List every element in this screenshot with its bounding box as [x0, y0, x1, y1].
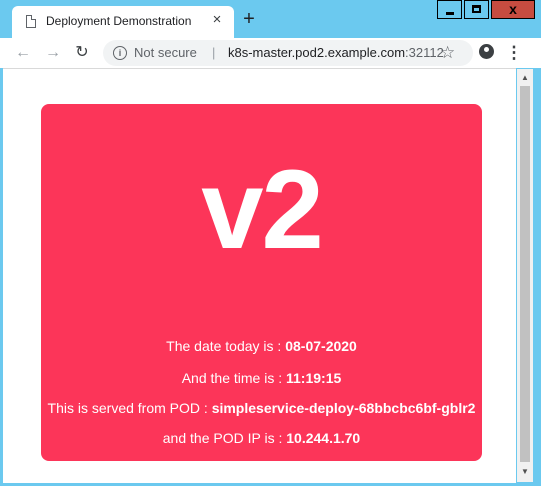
tab-strip: Deployment Demonstration × + x	[0, 0, 541, 38]
tab-title: Deployment Demonstration	[46, 14, 192, 28]
pod-value: simpleservice-deploy-68bbcbc6bf-gblr2	[211, 400, 476, 416]
time-label: And the time is :	[181, 370, 286, 386]
pod-line: This is served from POD : simpleservice-…	[41, 400, 482, 416]
ip-label: and the POD IP is :	[162, 430, 287, 446]
star-icon[interactable]: ☆	[440, 43, 455, 63]
date-value: 08-07-2020	[285, 338, 357, 354]
browser-window: Deployment Demonstration × + x ← → ↻ i N…	[0, 0, 541, 486]
close-window-icon: x	[509, 1, 517, 17]
vertical-scrollbar[interactable]: ▲ ▼	[517, 69, 533, 482]
back-icon: ←	[15, 44, 31, 61]
tab-deployment-demonstration[interactable]: Deployment Demonstration ×	[12, 6, 234, 38]
pod-label: This is served from POD :	[47, 400, 212, 416]
close-icon[interactable]: ×	[209, 12, 225, 28]
url-host: k8s-master.pod2.example.com	[228, 45, 406, 60]
url-separator: |	[212, 45, 216, 60]
minimize-button[interactable]	[437, 0, 462, 19]
back-button[interactable]: ←	[12, 42, 34, 64]
version-heading: v2	[201, 147, 324, 272]
ip-line: and the POD IP is : 10.244.1.70	[41, 430, 482, 446]
reload-button[interactable]: ↻	[71, 42, 93, 64]
reload-icon: ↻	[75, 44, 89, 61]
maximize-button[interactable]	[464, 0, 489, 19]
new-tab-button[interactable]: +	[238, 8, 260, 30]
deployment-card: v2 The date today is : 08-07-2020 And th…	[41, 104, 482, 461]
scroll-down-icon[interactable]: ▼	[521, 467, 529, 476]
browser-toolbar: ← → ↻ i Not secure | k8s-master.pod2.exa…	[0, 38, 541, 68]
menu-icon[interactable]: ⋮	[505, 43, 523, 63]
window-controls: x	[437, 0, 535, 20]
minimize-icon	[446, 12, 454, 15]
account-icon[interactable]	[479, 44, 494, 59]
ip-value: 10.244.1.70	[286, 430, 361, 446]
forward-icon: →	[45, 44, 61, 61]
time-value: 11:19:15	[286, 370, 342, 386]
time-line: And the time is : 11:19:15	[41, 370, 482, 386]
scroll-up-icon[interactable]: ▲	[521, 73, 529, 82]
close-window-button[interactable]: x	[491, 0, 535, 19]
forward-button[interactable]: →	[42, 42, 64, 64]
security-label: Not secure	[134, 45, 197, 60]
maximize-icon	[472, 5, 481, 13]
date-label: The date today is :	[166, 338, 286, 354]
url-text: k8s-master.pod2.example.com:32112	[228, 45, 444, 60]
scrollbar-thumb[interactable]	[520, 86, 530, 462]
info-icon[interactable]: i	[113, 46, 127, 60]
page-icon	[26, 15, 36, 28]
date-line: The date today is : 08-07-2020	[41, 338, 482, 354]
url-port: :32112	[405, 45, 444, 60]
address-bar[interactable]: i Not secure | k8s-master.pod2.example.c…	[103, 40, 473, 66]
